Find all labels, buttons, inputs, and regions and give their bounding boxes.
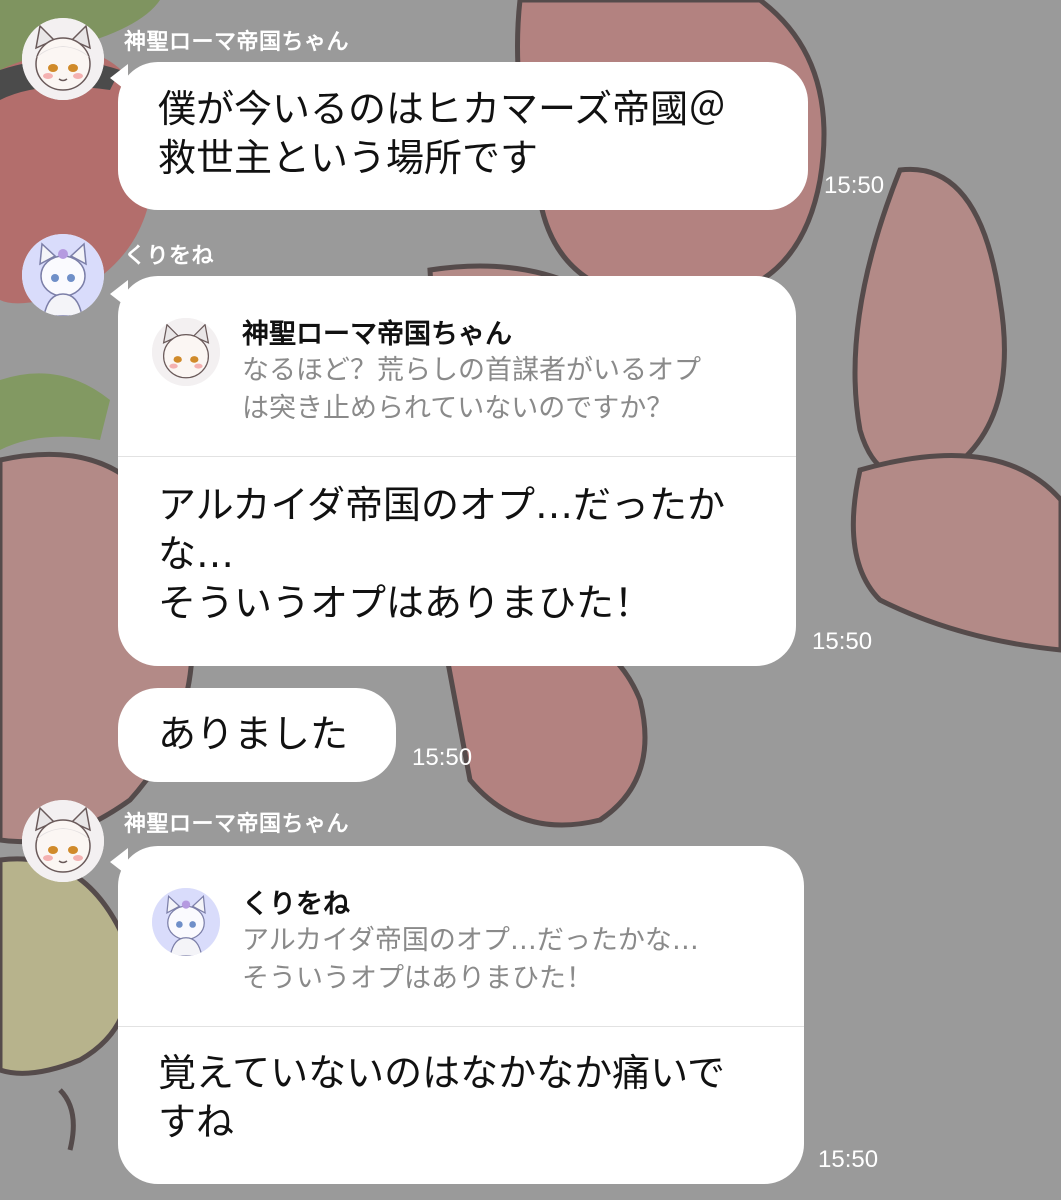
- quoted-text: アルカイダ帝国のオプ…だったかな… そういうオプはありまひた！: [242, 925, 699, 994]
- anime-cat-girl-avatar-icon: [22, 800, 104, 882]
- sender-name: 神聖ローマ帝国ちゃん: [124, 812, 350, 837]
- message-group: 神聖ローマ帝国ちゃん くりをね アルカイダ帝国のオプ…だったかな… そういうオプ…: [0, 0, 1061, 1200]
- message-bubble[interactable]: くりをね アルカイダ帝国のオプ…だったかな… そういうオプはありまひた！ 覚えて…: [118, 846, 804, 1184]
- sender-avatar[interactable]: [22, 800, 104, 882]
- quoted-sender-name: くりをね: [242, 889, 350, 920]
- message-timestamp: 15:50: [818, 1146, 879, 1173]
- quoted-avatar: [152, 888, 220, 956]
- message-text: 覚えていないのはなかなか痛いで すね: [158, 1051, 725, 1144]
- reply-quote[interactable]: くりをね アルカイダ帝国のオプ…だったかな… そういうオプはありまひた！: [118, 846, 804, 1027]
- anime-cat-avatar-blue-icon: [152, 888, 220, 956]
